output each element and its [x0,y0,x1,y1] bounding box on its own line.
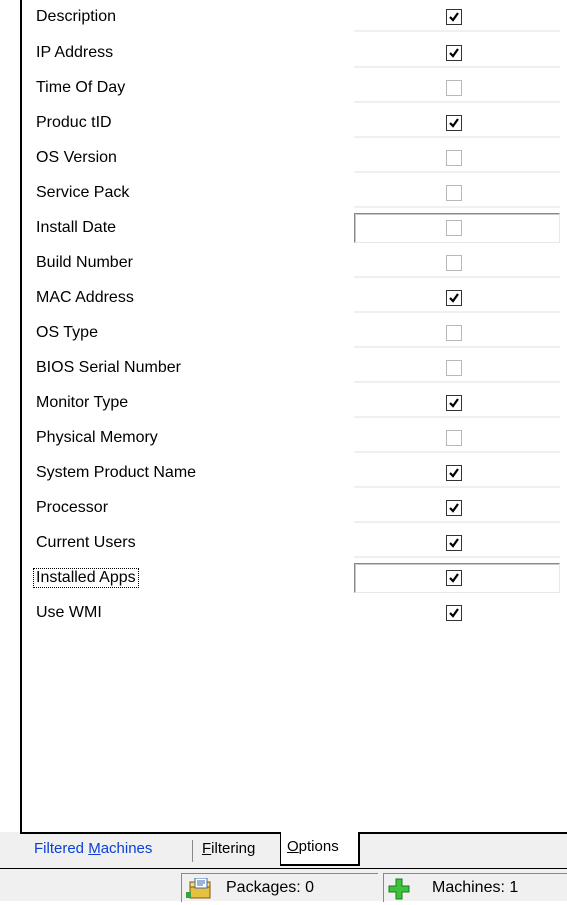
option-label: Processor [36,499,109,516]
option-row-os-type: OS Type [22,317,567,351]
option-label: Install Date [36,219,117,236]
option-label: OS Version [36,149,117,166]
option-checkbox[interactable] [446,605,462,621]
option-row-system-product-name: System Product Name [22,457,567,491]
option-checkbox[interactable] [446,325,462,341]
option-row-installed-apps: Installed Apps [22,562,567,596]
option-checkbox[interactable] [446,570,462,586]
option-row-product-id: Produc tID [22,107,567,141]
option-label: IP Address [36,44,114,61]
tab-label-part: achines [100,840,153,857]
option-row-use-wmi: Use WMI [22,597,567,631]
option-row-time-of-day: Time Of Day [22,72,567,106]
options-window: Description IP Address Time Of Day Produ… [0,0,567,902]
tab-filtered-machines[interactable]: Filtered Machines [34,834,152,864]
option-checkbox[interactable] [446,465,462,481]
option-label: MAC Address [36,289,134,306]
option-row-current-users: Current Users [22,527,567,561]
option-row-mac-address: MAC Address [22,282,567,316]
tab-mnemonic: F [202,840,212,857]
tab-label-part: ptions [298,838,339,855]
option-checkbox[interactable] [446,395,462,411]
option-row-ip-address: IP Address [22,37,567,71]
option-checkbox[interactable] [446,115,462,131]
option-checkbox[interactable] [446,360,462,376]
option-checkbox[interactable] [446,430,462,446]
option-label: Use WMI [36,604,102,621]
option-row-service-pack: Service Pack [22,177,567,211]
option-label: OS Type [36,324,98,341]
option-row-processor: Processor [22,492,567,526]
status-panel-packages: Packages: 0 [181,873,378,902]
packages-count: Packages: 0 [226,879,315,896]
option-row-bios-serial-number: BIOS Serial Number [22,352,567,386]
option-label: Monitor Type [36,394,129,411]
option-checkbox[interactable] [446,220,462,236]
option-row-description: Description [22,1,567,35]
tab-options[interactable]: Options [280,832,360,866]
machines-count: Machines: 1 [432,879,519,896]
option-checkbox[interactable] [446,185,462,201]
option-label: BIOS Serial Number [36,359,181,376]
option-checkbox[interactable] [446,255,462,271]
option-checkbox[interactable] [446,500,462,516]
option-label: Physical Memory [36,429,158,446]
option-checkbox[interactable] [446,9,462,25]
option-row-monitor-type: Monitor Type [22,387,567,421]
status-bar: Packages: 0 Machines: 1 [0,868,567,902]
bottom-tab-strip: Filtered Machines Filtering Options [0,832,567,868]
tab-mnemonic: O [287,838,299,855]
option-label: Produc tID [36,114,112,131]
tab-label-part: iltering [211,840,256,857]
tab-separator [192,840,193,862]
option-row-physical-memory: Physical Memory [22,422,567,456]
option-checkbox[interactable] [446,535,462,551]
option-checkbox[interactable] [446,290,462,306]
option-checkbox[interactable] [446,150,462,166]
status-panel-machines: Machines: 1 [383,873,567,902]
option-row-install-date: Install Date [22,212,567,246]
option-label-focused: Installed Apps [33,568,139,588]
tab-label-part: Filtered [34,840,89,857]
option-checkbox[interactable] [446,45,462,61]
option-label: System Product Name [36,464,197,481]
tab-filtering[interactable]: Filtering [202,834,255,864]
option-label: Build Number [36,254,133,271]
tab-mnemonic: M [88,840,101,857]
option-label: Current Users [36,534,136,551]
option-row-os-version: OS Version [22,142,567,176]
options-property-list: Description IP Address Time Of Day Produ… [22,0,567,832]
option-label: Time Of Day [36,79,126,96]
option-label: Description [36,8,117,25]
option-label: Service Pack [36,184,130,201]
option-row-build-number: Build Number [22,247,567,281]
option-checkbox[interactable] [446,80,462,96]
